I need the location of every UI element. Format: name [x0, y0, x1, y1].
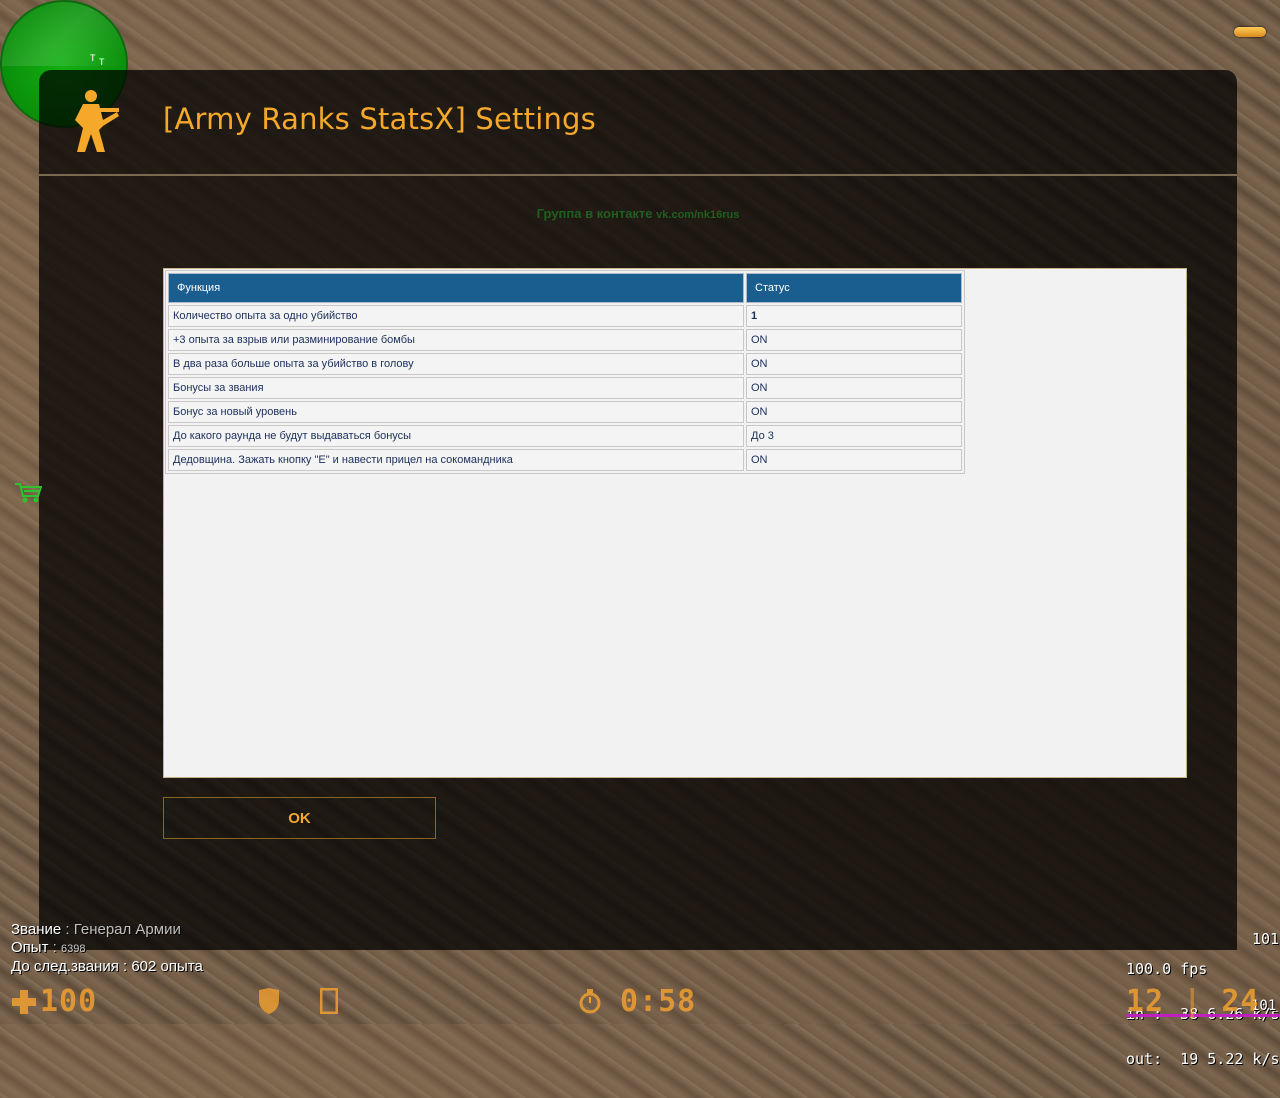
- status-cell: ON: [746, 401, 962, 423]
- column-header-status: Статус: [746, 273, 962, 303]
- radar-teammate-marker: T: [99, 58, 105, 68]
- vk-group-label: Группа в контакте: [536, 206, 653, 221]
- table-header-row: Функция Статус: [168, 273, 962, 303]
- header-divider: [39, 174, 1237, 176]
- function-cell: Количество опыта за одно убийство: [168, 305, 744, 327]
- table-row: Дедовщина. Зажать кнопку "E" и навести п…: [168, 449, 962, 471]
- dialog-header: [Army Ranks StatsX] Settings: [39, 70, 1237, 174]
- function-cell: +3 опыта за взрыв или разминирование бом…: [168, 329, 744, 351]
- net-value-top: 101: [1252, 930, 1280, 948]
- stopwatch-icon: [579, 989, 601, 1014]
- dialog-title: [Army Ranks StatsX] Settings: [163, 102, 596, 136]
- ok-button[interactable]: OK: [163, 797, 436, 839]
- rank-line: Звание : Генерал Армии: [11, 921, 181, 938]
- net-out-readout: out: 19 5.22 k/s: [1126, 1050, 1280, 1068]
- c4-bomb-icon: [320, 988, 338, 1014]
- vk-group-link[interactable]: vk.com/nk16rus: [656, 209, 739, 221]
- buy-zone-cart-icon: [15, 483, 42, 503]
- status-cell: ON: [746, 329, 962, 351]
- vk-group-text: Группа в контакте vk.com/nk16rus: [39, 206, 1237, 221]
- next-rank-label: До след.звания: [11, 958, 119, 975]
- armor-shield-icon: [259, 988, 279, 1014]
- exp-label: Опыт: [11, 939, 49, 956]
- radar-teammate-marker: T: [90, 54, 96, 64]
- next-rank-line: До след.звания : 602 опыта: [11, 958, 203, 975]
- function-cell: Дедовщина. Зажать кнопку "E" и навести п…: [168, 449, 744, 471]
- ammo-clip: 12: [1126, 984, 1165, 1019]
- next-rank-value: 602 опыта: [131, 958, 203, 975]
- status-cell: ON: [746, 377, 962, 399]
- radar-view-cone: [2, 2, 126, 66]
- bullet-icon: [1234, 27, 1266, 37]
- exp-value: 6398: [60, 943, 86, 955]
- function-cell: Бонусы за звания: [168, 377, 744, 399]
- exp-line: Опыт : 6398: [11, 939, 86, 956]
- column-header-function: Функция: [168, 273, 744, 303]
- table-row: До какого раунда не будут выдаваться бон…: [168, 425, 962, 447]
- table-row: Бонус за новый уровень ON: [168, 401, 962, 423]
- function-cell: В два раза больше опыта за убийство в го…: [168, 353, 744, 375]
- round-timer: 0:58: [620, 984, 697, 1019]
- table-row: +3 опыта за взрыв или разминирование бом…: [168, 329, 962, 351]
- settings-table: Функция Статус Количество опыта за одно …: [165, 270, 965, 474]
- table-row: Бонусы за звания ON: [168, 377, 962, 399]
- table-row: В два раза больше опыта за убийство в го…: [168, 353, 962, 375]
- table-row: Количество опыта за одно убийство 1: [168, 305, 962, 327]
- ammo-readout: 12 | 24: [1126, 984, 1260, 1019]
- settings-dialog: [Army Ranks StatsX] Settings Группа в ко…: [39, 70, 1237, 950]
- function-cell: До какого раунда не будут выдаваться бон…: [168, 425, 744, 447]
- fps-readout: 100.0 fps: [1126, 960, 1208, 978]
- rank-info: Звание : Генерал Армии Опыт : 6398 До сл…: [11, 921, 203, 976]
- health-cross-icon: [12, 990, 36, 1014]
- status-cell: ON: [746, 353, 962, 375]
- counter-terrorist-logo-icon: [75, 90, 119, 152]
- status-cell: ON: [746, 449, 962, 471]
- rank-value: Генерал Армии: [73, 921, 181, 938]
- health-readout: 100: [40, 984, 98, 1019]
- settings-content: Функция Статус Количество опыта за одно …: [163, 268, 1187, 778]
- ammo-reserve: 24: [1221, 984, 1260, 1019]
- status-cell: 1: [746, 305, 962, 327]
- function-cell: Бонус за новый уровень: [168, 401, 744, 423]
- status-cell: До 3: [746, 425, 962, 447]
- rank-label: Звание: [11, 921, 62, 938]
